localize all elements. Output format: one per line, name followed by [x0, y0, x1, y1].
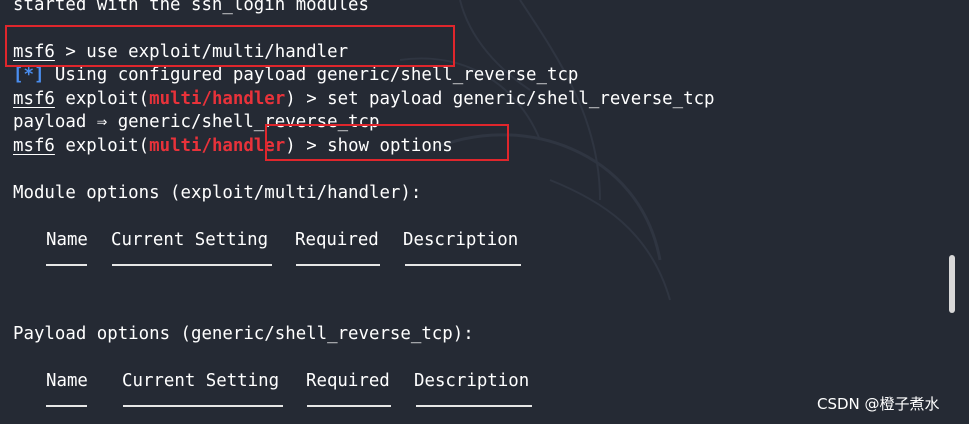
module-options-title: Module options (exploit/multi/handler): [13, 183, 422, 203]
header-underline [296, 264, 380, 266]
scrollbar-thumb[interactable] [949, 255, 955, 313]
command-text: ) > set payload generic/shell_reverse_tc… [285, 89, 715, 109]
column-header-required: Required [295, 230, 379, 250]
header-underline [416, 405, 532, 407]
column-header-description: Description [414, 371, 530, 391]
msf-prompt: msf6 [13, 89, 55, 109]
header-underline [123, 405, 283, 407]
column-header-required: Required [306, 371, 390, 391]
info-line: [*] Using configured payload generic/she… [13, 64, 578, 87]
header-underline [112, 264, 272, 266]
column-header-description: Description [403, 230, 519, 250]
header-underline [307, 405, 391, 407]
header-underline [46, 405, 87, 407]
info-prefix: [*] [13, 65, 45, 85]
terminal-window[interactable]: started with the ssh_login modules msf6 … [0, 0, 969, 424]
highlight-box-show-options [265, 124, 509, 161]
output-line: started with the ssh_login modules [13, 0, 369, 15]
csdn-watermark: CSDN @橙子煮水 [817, 395, 940, 413]
prompt-prefix: exploit( [54, 136, 150, 156]
column-header-name: Name [46, 230, 88, 250]
info-text: Using configured payload generic/shell_r… [44, 65, 579, 85]
highlight-box-use-command [5, 25, 455, 67]
command-line-set-payload: msf6 exploit(multi/handler) > set payloa… [13, 88, 715, 111]
module-name: multi/handler [149, 89, 286, 109]
msf-prompt: msf6 [13, 136, 55, 156]
header-underline [405, 264, 521, 266]
payload-options-title: Payload options (generic/shell_reverse_t… [13, 324, 474, 344]
column-header-name: Name [46, 371, 88, 391]
prompt-prefix: exploit( [54, 89, 150, 109]
column-header-current-setting: Current Setting [122, 371, 280, 391]
header-underline [46, 264, 87, 266]
column-header-current-setting: Current Setting [111, 230, 269, 250]
